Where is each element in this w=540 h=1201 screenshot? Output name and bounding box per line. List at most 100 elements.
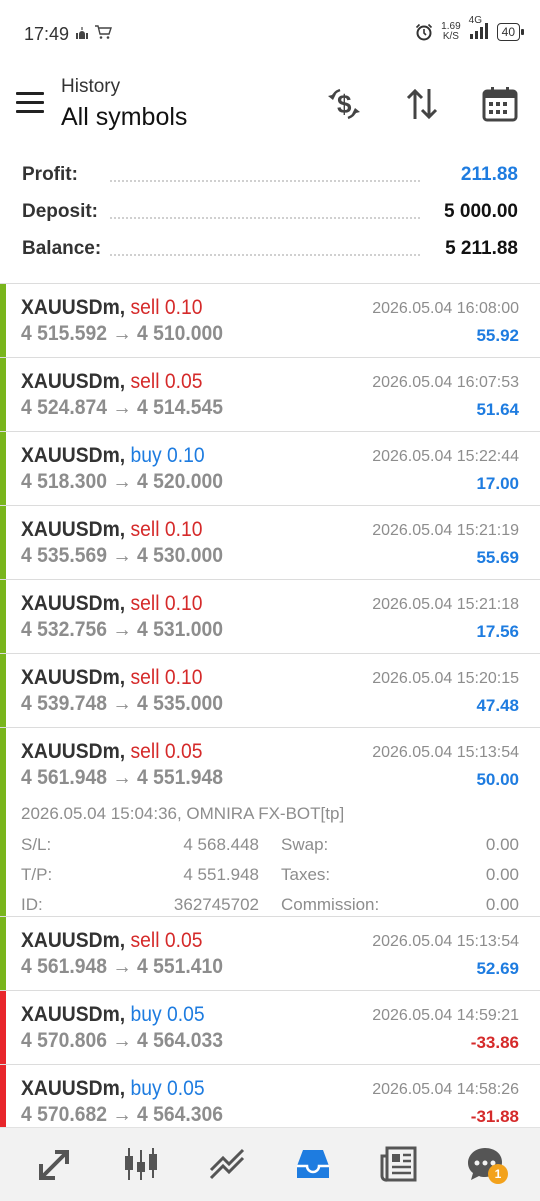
trade-symbol: XAUUSDm [21, 296, 120, 319]
trade-profit: 50.00 [476, 770, 519, 789]
detail-key: S/L: [21, 835, 52, 854]
trade-side: sell [130, 370, 160, 393]
profit-label: Profit: [22, 164, 84, 186]
trade-volume: 0.05 [167, 1077, 205, 1100]
summary-row-profit: Profit: 211.88 [0, 160, 540, 197]
trade-symbol: XAUUSDm [21, 518, 120, 541]
detail-value: 362745702 [173, 895, 259, 914]
trade-title: XAUUSDm, sell 0.05 [21, 370, 202, 394]
alarm-icon [416, 23, 433, 41]
trade-row[interactable]: XAUUSDm, sell 0.10 4 539.748 → 4 535.000 2… [0, 653, 540, 727]
trade-date: 2026.05.04 14:59:21 [372, 1007, 519, 1024]
chart-icon[interactable] [114, 1142, 168, 1186]
sort-icon[interactable] [400, 82, 444, 126]
trade-title: XAUUSDm, sell 0.10 [21, 592, 202, 616]
close-price: 4 530.000 [137, 544, 223, 567]
trade-prices: 4 539.748 → 4 535.000 [21, 692, 223, 716]
calendar-icon[interactable] [478, 82, 522, 126]
trade-title: XAUUSDm, sell 0.10 [21, 666, 202, 690]
trade-row[interactable]: XAUUSDm, sell 0.05 4 561.948 → 4 551.410 2… [0, 916, 540, 990]
trade-date: 2026.05.04 15:13:54 [372, 933, 519, 950]
open-price: 4 561.948 [21, 766, 107, 789]
messages-badge: 1 [488, 1164, 508, 1184]
status-time: 17:49 [24, 24, 70, 44]
price-arrow: → [112, 544, 132, 567]
close-price: 4 551.410 [137, 955, 223, 978]
trade-date: 2026.05.04 16:07:53 [372, 374, 519, 391]
trade-side: buy [130, 1003, 162, 1026]
quotes-icon[interactable] [28, 1142, 82, 1186]
mosque-icon [76, 27, 88, 39]
separator: , [119, 740, 131, 763]
trade-side: buy [130, 1077, 162, 1100]
separator: , [119, 1003, 131, 1026]
open-price: 4 535.569 [21, 544, 107, 567]
trade-title: XAUUSDm, sell 0.05 [21, 929, 202, 953]
separator: , [119, 518, 131, 541]
trade-symbol: XAUUSDm [21, 1003, 120, 1026]
open-price: 4 524.874 [21, 396, 107, 419]
detail-value: 0.00 [485, 895, 519, 914]
app-header: History All symbols $ [0, 70, 540, 140]
trade-row[interactable]: XAUUSDm, sell 0.05 4 524.874 → 4 514.545 2… [0, 357, 540, 431]
trade-volume: 0.10 [164, 666, 203, 689]
trade-volume: 0.10 [167, 444, 205, 467]
deposit-value: 5 000.00 [444, 201, 518, 222]
separator: , [119, 666, 131, 689]
trade-prices: 4 524.874 → 4 514.545 [21, 396, 223, 420]
trade-symbol: XAUUSDm [21, 666, 120, 689]
svg-text:$: $ [337, 89, 352, 119]
trade-symbol: XAUUSDm [21, 370, 120, 393]
result-indicator-bar [0, 358, 6, 431]
trade-icon[interactable] [200, 1142, 254, 1186]
result-indicator-bar [0, 917, 6, 990]
balance-label: Balance: [22, 238, 108, 260]
price-arrow: → [112, 692, 132, 715]
trade-row-expanded[interactable]: XAUUSDm, sell 0.05 4 561.948 → 4 551.948 2… [0, 727, 540, 916]
trade-title: XAUUSDm, buy 0.05 [21, 1003, 205, 1027]
trade-volume: 0.10 [164, 296, 203, 319]
trade-profit: -33.86 [470, 1033, 519, 1052]
profit-value: 211.88 [460, 164, 518, 185]
trade-title: XAUUSDm, buy 0.10 [21, 444, 205, 468]
trade-date: 2026.05.04 15:21:19 [372, 522, 519, 539]
trade-volume: 0.05 [164, 929, 203, 952]
trade-profit: 17.00 [476, 474, 519, 493]
detail-value: 4 568.448 [183, 835, 259, 854]
trade-history-list: XAUUSDm, sell 0.10 4 515.592 → 4 510.000 2… [0, 283, 540, 1138]
detail-value: 0.00 [485, 835, 519, 854]
trade-row[interactable]: XAUUSDm, sell 0.10 4 515.592 → 4 510.000 2… [0, 283, 540, 357]
trade-row[interactable]: XAUUSDm, sell 0.10 4 535.569 → 4 530.000 2… [0, 505, 540, 579]
news-icon[interactable] [372, 1142, 426, 1186]
trade-row[interactable]: XAUUSDm, sell 0.10 4 532.756 → 4 531.000 2… [0, 579, 540, 653]
trade-side: sell [130, 740, 160, 763]
deposit-label: Deposit: [22, 201, 104, 223]
open-price: 4 532.756 [21, 618, 107, 641]
price-arrow: → [112, 955, 132, 978]
status-bar: 17:49 1.69 K/S 4G 40 [0, 0, 540, 70]
trade-row[interactable]: XAUUSDm, buy 0.10 4 518.300 → 4 520.000 20… [0, 431, 540, 505]
header-subtitle: History [61, 76, 121, 97]
result-indicator-bar [0, 432, 6, 505]
trade-date: 2026.05.04 15:21:18 [372, 596, 519, 613]
trade-row[interactable]: XAUUSDm, buy 0.05 4 570.806 → 4 564.033 20… [0, 990, 540, 1064]
currency-exchange-icon[interactable]: $ [322, 82, 366, 126]
trade-profit: 52.69 [476, 959, 519, 978]
speed-unit: K/S [442, 31, 459, 42]
separator: , [119, 370, 131, 393]
page-title[interactable]: All symbols [61, 103, 187, 132]
history-icon[interactable] [286, 1142, 340, 1186]
trade-prices: 4 561.948 → 4 551.410 [21, 955, 223, 979]
trade-symbol: XAUUSDm [21, 444, 120, 467]
result-indicator-bar [0, 580, 6, 653]
price-arrow: → [112, 618, 132, 641]
trade-side: sell [130, 929, 160, 952]
trade-comment: 2026.05.04 15:04:36, OMNIRA FX-BOT[tp] [21, 804, 345, 823]
trade-side: sell [130, 666, 160, 689]
menu-icon[interactable] [16, 92, 44, 114]
close-price: 4 535.000 [137, 692, 223, 715]
trade-title: XAUUSDm, sell 0.05 [21, 740, 202, 764]
trade-prices: 4 570.682 → 4 564.306 [21, 1103, 223, 1127]
messages-icon[interactable]: 1 [458, 1142, 512, 1186]
trade-profit: 55.69 [476, 548, 519, 567]
